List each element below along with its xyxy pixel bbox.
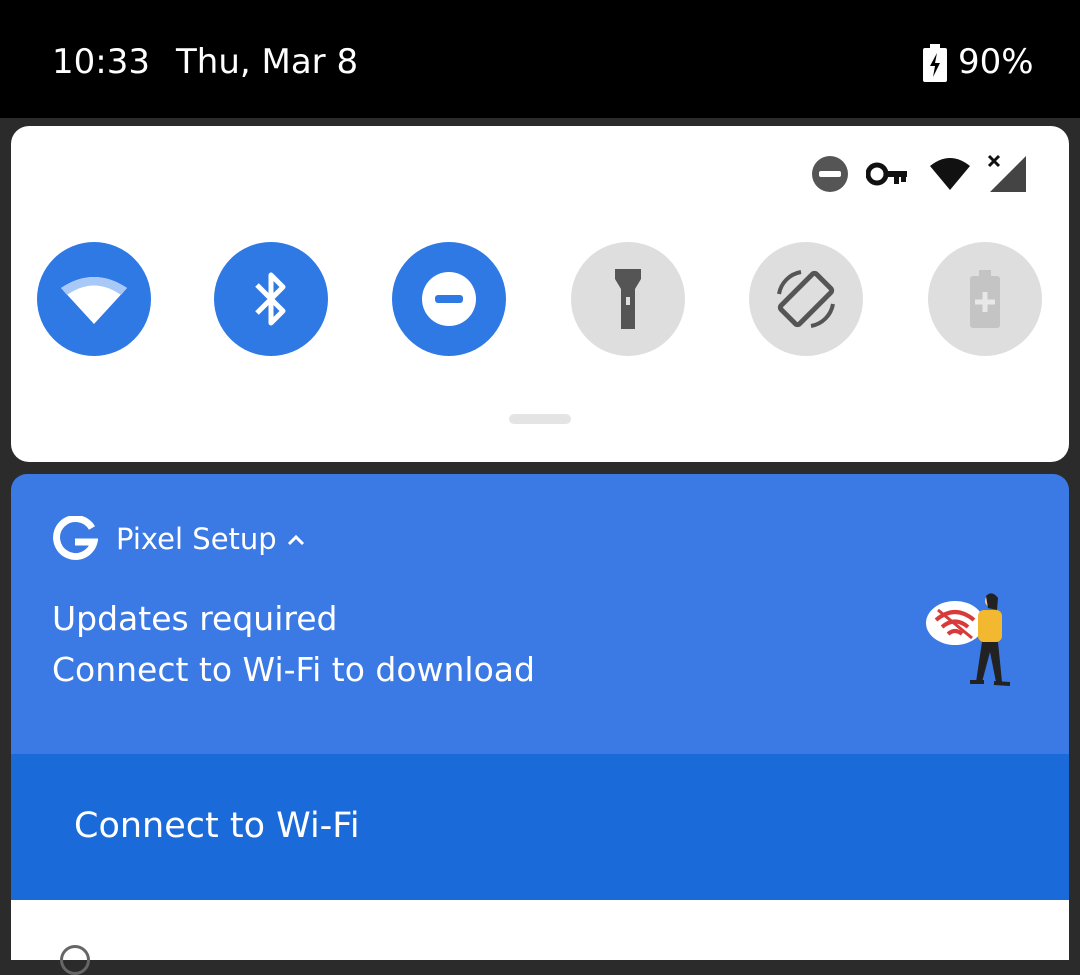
notification-title: Updates required <box>52 599 338 638</box>
do-not-disturb-icon <box>812 156 848 192</box>
do-not-disturb-icon <box>422 272 476 326</box>
next-notification-icon <box>60 945 90 975</box>
status-time: 10:33 <box>52 42 150 82</box>
battery-percent: 90% <box>958 42 1034 82</box>
status-bar: 10:33 Thu, Mar 8 90% <box>0 0 1080 118</box>
auto-rotate-tile[interactable] <box>749 242 863 356</box>
next-notification-card[interactable] <box>11 900 1069 960</box>
status-date: Thu, Mar 8 <box>176 42 359 82</box>
wifi-tile[interactable] <box>37 242 151 356</box>
screen-rotation-icon <box>777 270 835 328</box>
notification-text: Connect to Wi-Fi to download <box>52 650 535 689</box>
wifi-icon <box>930 158 970 190</box>
notification-app-name: Pixel Setup <box>116 522 277 556</box>
quick-settings-drag-handle[interactable] <box>509 414 571 424</box>
battery-charging-icon <box>923 44 947 82</box>
quick-settings-panel <box>11 126 1069 462</box>
google-g-icon <box>53 516 98 560</box>
bluetooth-icon <box>255 272 286 326</box>
battery-saver-icon <box>970 270 1000 328</box>
flashlight-tile[interactable] <box>571 242 685 356</box>
no-wifi-illustration <box>926 593 1011 686</box>
vpn-key-icon <box>866 162 907 186</box>
wifi-icon <box>61 277 127 324</box>
connect-to-wifi-button[interactable]: Connect to Wi-Fi <box>74 806 360 846</box>
do-not-disturb-tile[interactable] <box>392 242 506 356</box>
chevron-up-icon[interactable] <box>285 529 307 551</box>
flashlight-icon <box>615 269 641 329</box>
cellular-no-signal-icon <box>987 154 1026 192</box>
bluetooth-tile[interactable] <box>214 242 328 356</box>
battery-saver-tile[interactable] <box>928 242 1042 356</box>
